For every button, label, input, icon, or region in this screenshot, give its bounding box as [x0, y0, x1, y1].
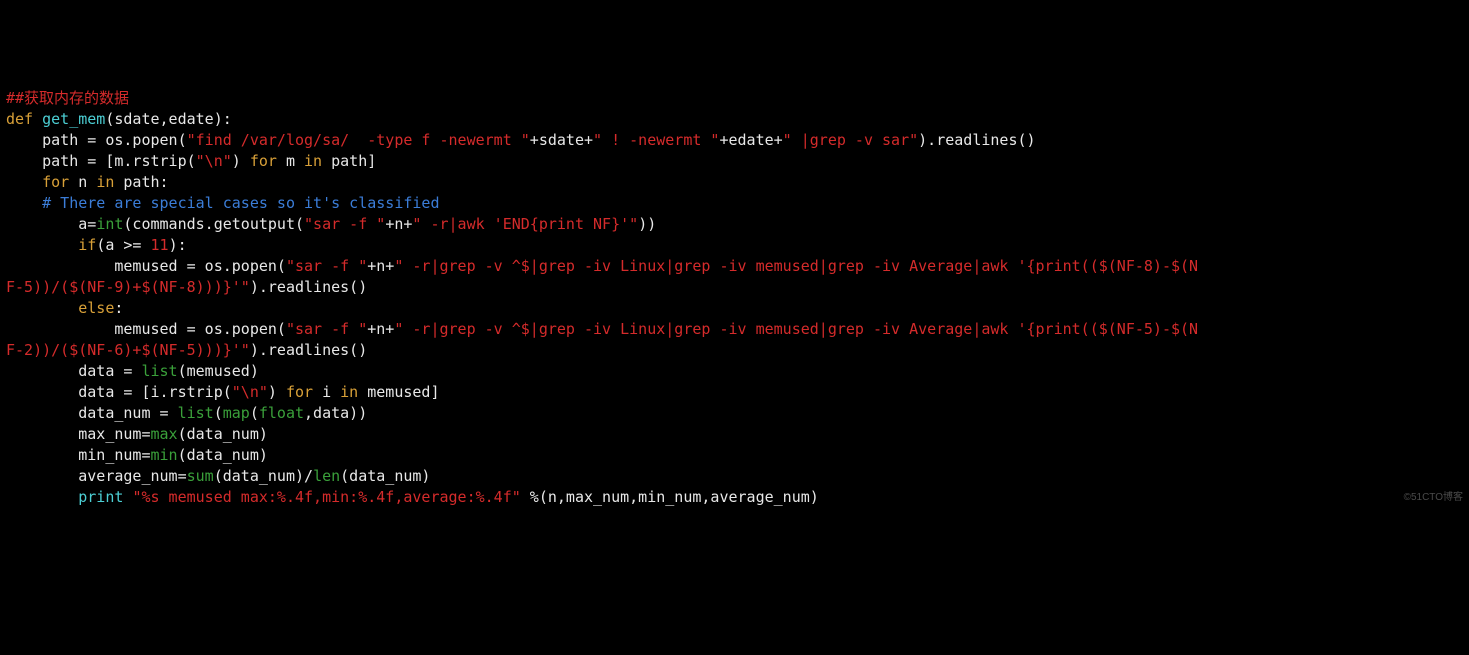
code-text: ,data)) — [304, 404, 367, 422]
paren: ( — [214, 404, 223, 422]
code-text: (memused) — [178, 362, 259, 380]
string: "\n" — [232, 383, 268, 401]
func-name: get_mem — [42, 110, 105, 128]
code-text: memused = os.popen( — [6, 320, 286, 338]
code-text: (data_num) — [178, 425, 268, 443]
code-text: (data_num)/ — [214, 467, 313, 485]
indent — [6, 173, 42, 191]
builtin-len: len — [313, 467, 340, 485]
kw-if: if — [78, 236, 96, 254]
kw-for: for — [250, 152, 286, 170]
code-block: ##获取内存的数据 def get_mem(sdate,edate): path… — [6, 88, 1463, 508]
code-text: a= — [6, 215, 96, 233]
code-text: (data_num) — [340, 467, 430, 485]
kw-else: else — [78, 299, 114, 317]
kw-for: for — [42, 173, 78, 191]
colon: : — [114, 299, 123, 317]
code-text: path: — [123, 173, 168, 191]
code-text: +sdate+ — [530, 131, 593, 149]
builtin-min: min — [151, 446, 178, 464]
code-text: ).readlines() — [918, 131, 1035, 149]
code-text: ) — [268, 383, 286, 401]
code-text: path] — [331, 152, 376, 170]
code-text: average_num= — [6, 467, 187, 485]
string: "sar -f " — [286, 320, 367, 338]
code-text: data = — [6, 362, 141, 380]
kw-in: in — [96, 173, 123, 191]
string: " -r|grep -v ^$|grep -iv Linux|grep -iv … — [394, 320, 1198, 338]
comment-line: ##获取内存的数据 — [6, 89, 129, 107]
string: F-2))/($(NF-6)+$(NF-5)))}'" — [6, 341, 250, 359]
watermark: ©51CTO博客 — [1404, 487, 1463, 508]
params: (sdate,edate): — [105, 110, 231, 128]
code-text: memused = os.popen( — [6, 257, 286, 275]
builtin-map: map — [223, 404, 250, 422]
string: F-5))/($(NF-9)+$(NF-8)))}'" — [6, 278, 250, 296]
string: "sar -f " — [304, 215, 385, 233]
code-text: +n+ — [367, 320, 394, 338]
var: i — [322, 383, 340, 401]
var: m — [286, 152, 304, 170]
code-text: min_num= — [6, 446, 151, 464]
builtin-float: float — [259, 404, 304, 422]
kw-print: print — [78, 488, 132, 506]
number: 11 — [151, 236, 169, 254]
code-text: +edate+ — [719, 131, 782, 149]
builtin-int: int — [96, 215, 123, 233]
kw-in: in — [304, 152, 331, 170]
code-text: path = [m.rstrip( — [6, 152, 196, 170]
string: "find /var/log/sa/ -type f -newermt " — [187, 131, 530, 149]
builtin-list: list — [178, 404, 214, 422]
code-text: )) — [638, 215, 656, 233]
string: " -r|grep -v ^$|grep -iv Linux|grep -iv … — [394, 257, 1198, 275]
string: "\n" — [196, 152, 232, 170]
code-text: ): — [169, 236, 187, 254]
comment-line: # There are special cases so it's classi… — [6, 194, 439, 212]
code-text: ) — [232, 152, 250, 170]
code-text: (data_num) — [178, 446, 268, 464]
code-text: +n+ — [367, 257, 394, 275]
kw-for: for — [286, 383, 322, 401]
builtin-list: list — [141, 362, 177, 380]
code-text: max_num= — [6, 425, 151, 443]
code-text: ).readlines() — [250, 341, 367, 359]
builtin-max: max — [151, 425, 178, 443]
indent — [6, 236, 78, 254]
string: "sar -f " — [286, 257, 367, 275]
string: "%s memused max:%.4f,min:%.4f,average:%.… — [132, 488, 529, 506]
indent — [6, 299, 78, 317]
code-text: %(n,max_num,min_num,average_num) — [530, 488, 819, 506]
kw-def: def — [6, 110, 42, 128]
indent — [6, 488, 78, 506]
code-text: (a >= — [96, 236, 150, 254]
code-text: ).readlines() — [250, 278, 367, 296]
code-text: path = os.popen( — [6, 131, 187, 149]
code-text: data = [i.rstrip( — [6, 383, 232, 401]
var: n — [78, 173, 96, 191]
string: " -r|awk 'END{print NF}'" — [412, 215, 638, 233]
code-text: +n+ — [385, 215, 412, 233]
code-text: data_num = — [6, 404, 178, 422]
paren: ( — [250, 404, 259, 422]
kw-in: in — [340, 383, 367, 401]
string: " ! -newermt " — [593, 131, 719, 149]
code-text: (commands.getoutput( — [123, 215, 304, 233]
code-text: memused] — [367, 383, 439, 401]
builtin-sum: sum — [187, 467, 214, 485]
string: " |grep -v sar" — [783, 131, 918, 149]
